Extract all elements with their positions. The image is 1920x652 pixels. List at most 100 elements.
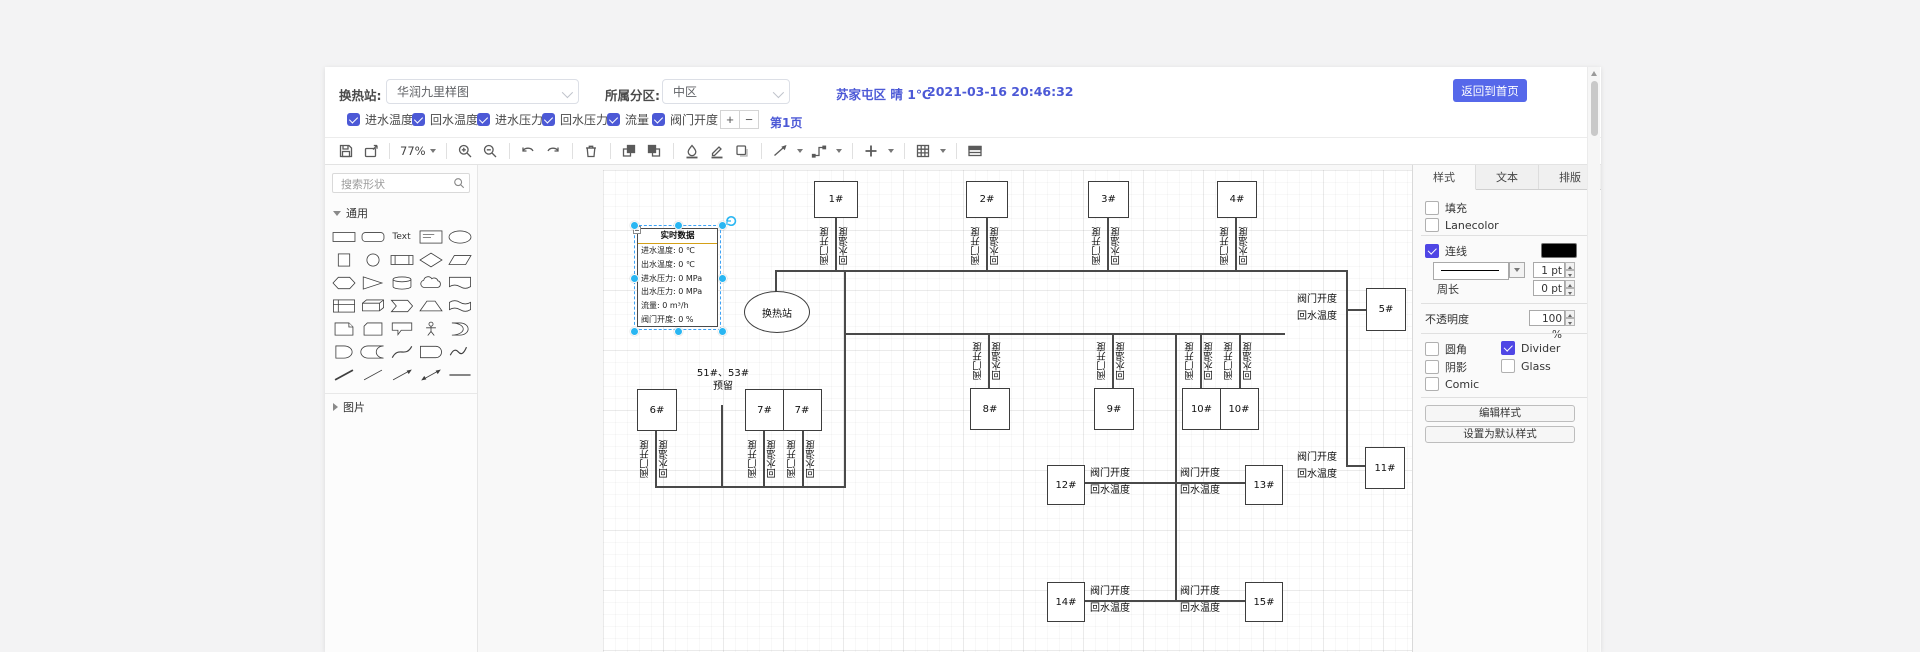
fill-color-icon[interactable] — [684, 143, 701, 160]
node-box-13[interactable]: 13# — [1245, 465, 1283, 505]
spinner-up-icon[interactable] — [1565, 310, 1575, 318]
station-select[interactable]: 华润九里样图 — [386, 79, 579, 104]
return-temp-vlabel[interactable]: 回水温度 — [838, 221, 852, 271]
unchecked-checkbox-icon[interactable] — [1425, 201, 1439, 215]
line-style-dropdown-button[interactable] — [1509, 262, 1525, 278]
shape-square[interactable] — [329, 248, 358, 271]
sidebar-section-general[interactable]: 通用 — [325, 203, 478, 223]
connector-node10a[interactable] — [1200, 333, 1202, 388]
shadow-icon[interactable] — [734, 143, 751, 160]
valve-opening-vlabel[interactable]: 阀门开度 — [1091, 221, 1105, 271]
spinner-up-icon[interactable] — [1565, 280, 1575, 288]
shape-callout[interactable] — [387, 317, 416, 340]
node-box-12[interactable]: 12# — [1047, 465, 1085, 505]
realtime-data-box[interactable]: 实时数据 进水温度: 0 ℃ 出水温度: 0 ℃ 进水压力: 0 MPa 出水压… — [637, 228, 718, 327]
to-back-icon[interactable] — [646, 143, 663, 160]
spinner-down-icon[interactable] — [1565, 318, 1575, 326]
shape-process[interactable] — [387, 248, 416, 271]
shape-cloud[interactable] — [416, 271, 445, 294]
resize-handle-sw[interactable] — [630, 327, 639, 336]
table-icon[interactable] — [967, 143, 984, 160]
unchecked-checkbox-icon[interactable] — [1425, 342, 1439, 356]
unchecked-checkbox-icon[interactable] — [1425, 360, 1439, 374]
opacity-spinner[interactable] — [1565, 310, 1575, 326]
node-box-4[interactable]: 4# — [1217, 181, 1257, 218]
tab-text[interactable]: 文本 — [1476, 165, 1539, 189]
perimeter-input[interactable]: 0 pt — [1533, 280, 1565, 296]
shape-rectangle[interactable] — [329, 225, 358, 248]
valve-opening-vlabel[interactable]: 阀门开度 — [1096, 336, 1110, 386]
shape-hexagon[interactable] — [329, 271, 358, 294]
glass-checkbox-row[interactable]: Glass — [1501, 359, 1551, 373]
divider-checkbox-row[interactable]: Divider — [1501, 341, 1560, 355]
grid-icon[interactable] — [915, 143, 932, 160]
valve-opening-vlabel[interactable]: 阀门开度 — [819, 221, 833, 271]
return-temp-vlabel[interactable]: 回水温度 — [1238, 221, 1252, 271]
connection-style-icon[interactable] — [772, 143, 789, 160]
tab-style[interactable]: 样式 — [1413, 165, 1476, 190]
line-width-input[interactable]: 1 pt — [1533, 262, 1565, 278]
station-ellipse[interactable]: 换热站 — [744, 291, 810, 333]
shape-cylinder[interactable] — [387, 271, 416, 294]
node11-metrics-label[interactable]: 阀门开度回水温度 — [1297, 450, 1355, 483]
connector-node3[interactable] — [1107, 218, 1109, 270]
shape-search[interactable] — [332, 173, 470, 193]
shape-internal-storage[interactable] — [329, 294, 358, 317]
to-front-icon[interactable] — [621, 143, 638, 160]
resize-handle-e[interactable] — [718, 274, 727, 283]
shape-rounded-rectangle[interactable] — [358, 225, 387, 248]
connector-lower-riser[interactable] — [1175, 333, 1177, 602]
diagram-canvas[interactable]: 阀门开度 回水温度 阀门开度 回水温度 阀门开度 回水温度 阀门开度 回水温度 … — [478, 165, 1565, 652]
checked-checkbox-icon[interactable] — [1501, 341, 1515, 355]
return-temp-vlabel[interactable]: 回水温度 — [1110, 221, 1124, 271]
node-box-9[interactable]: 9# — [1094, 388, 1134, 430]
scroll-up-icon[interactable] — [1591, 71, 1597, 76]
connector-node9[interactable] — [1112, 333, 1114, 388]
shape-step[interactable] — [387, 294, 416, 317]
save-icon[interactable] — [337, 143, 354, 160]
valve-opening-vlabel[interactable]: 阀门开度 — [1223, 336, 1237, 386]
shape-document[interactable] — [445, 271, 474, 294]
shape-text[interactable]: Text — [387, 225, 416, 248]
spinner-down-icon[interactable] — [1565, 270, 1575, 278]
shape-ellipse[interactable] — [445, 225, 474, 248]
spinner-down-icon[interactable] — [1565, 288, 1575, 296]
shape-trapezoid[interactable] — [416, 294, 445, 317]
valve-opening-vlabel[interactable]: 阀门开度 — [972, 336, 986, 386]
resize-handle-w[interactable] — [630, 274, 639, 283]
rotate-handle-icon[interactable] — [725, 211, 737, 223]
shape-freehand[interactable] — [445, 340, 474, 363]
node15-metrics-label[interactable]: 阀门开度回水温度 — [1180, 584, 1238, 617]
zoom-in-icon[interactable] — [457, 143, 474, 160]
node-box-7a[interactable]: 7# — [745, 389, 784, 431]
metric-checkbox-inlet-pressure[interactable]: 进水压力 — [477, 111, 543, 128]
line-width-spinner[interactable] — [1565, 262, 1575, 278]
connector-node4[interactable] — [1235, 218, 1237, 270]
node-box-1[interactable]: 1# — [814, 181, 858, 218]
line-color-swatch[interactable] — [1541, 243, 1577, 258]
connector-reserved[interactable] — [721, 405, 723, 487]
node-box-14[interactable]: 14# — [1047, 582, 1085, 622]
connector-node6[interactable] — [655, 431, 657, 487]
shape-line-thin[interactable] — [358, 363, 387, 386]
export-icon[interactable] — [362, 143, 379, 160]
shape-and[interactable] — [329, 340, 358, 363]
shape-parallelogram[interactable] — [445, 248, 474, 271]
shape-cube[interactable] — [358, 294, 387, 317]
valve-opening-vlabel[interactable]: 阀门开度 — [1219, 221, 1233, 271]
return-temp-vlabel[interactable]: 回水温度 — [989, 221, 1003, 271]
line-style-dropdown[interactable] — [1433, 262, 1509, 280]
return-temp-vlabel[interactable]: 回水温度 — [658, 433, 672, 485]
resize-handle-s[interactable] — [674, 327, 683, 336]
fill-checkbox-row[interactable]: 填充 — [1425, 200, 1467, 216]
checked-checkbox-icon[interactable] — [542, 113, 555, 126]
shape-arrow-line[interactable] — [387, 363, 416, 386]
spinner-up-icon[interactable] — [1565, 262, 1575, 270]
delete-icon[interactable] — [583, 143, 600, 160]
valve-opening-vlabel[interactable]: 阀门开度 — [747, 433, 761, 485]
shape-circle[interactable] — [358, 248, 387, 271]
shape-bidirectional-arrow[interactable] — [416, 363, 445, 386]
connector-center-riser[interactable] — [844, 270, 846, 488]
shape-triangle[interactable] — [358, 271, 387, 294]
zoom-out-icon[interactable] — [482, 143, 499, 160]
